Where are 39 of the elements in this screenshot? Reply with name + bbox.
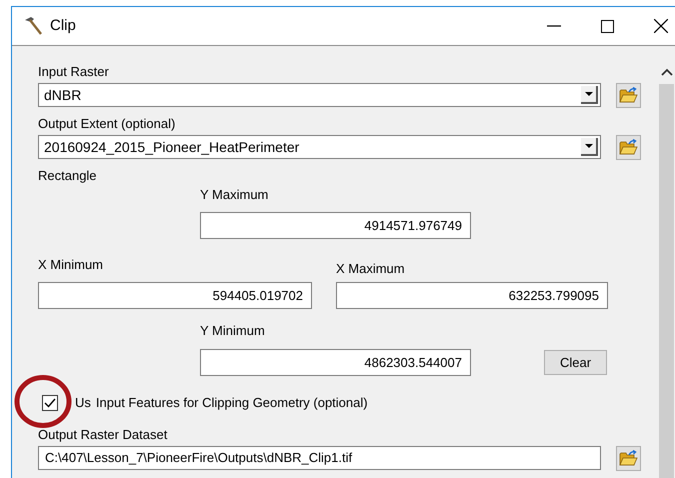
checkbox-label: Input Features for Clipping Geometry (optional): [96, 394, 368, 412]
browse-button[interactable]: [616, 446, 641, 471]
window-title: Clip: [50, 16, 76, 36]
number-field[interactable]: 594405.019702: [38, 282, 312, 309]
checkmark-icon: [44, 398, 56, 408]
number-field[interactable]: 4914571.976749: [200, 212, 471, 239]
browse-button[interactable]: [616, 83, 641, 108]
number-field[interactable]: 4862303.544007: [200, 349, 471, 376]
browse-button[interactable]: [616, 135, 641, 160]
field-label: Input Raster: [38, 64, 110, 80]
number-field[interactable]: 632253.799095: [336, 282, 608, 309]
maximize-icon[interactable]: [601, 20, 614, 32]
close-icon[interactable]: [654, 19, 668, 33]
scroll-up-icon[interactable]: [660, 68, 672, 76]
field-label: X Minimum: [38, 257, 104, 273]
folder-icon: [619, 87, 638, 104]
output-path-field[interactable]: C:\407\Lesson_7\PioneerFire\Outputs\dNBR_Clip1.tif: [38, 446, 601, 470]
field-label: Output Raster Dataset: [38, 427, 168, 443]
combo-value: dNBR: [44, 86, 82, 104]
field-label: X Maximum: [336, 261, 406, 277]
minimize-icon[interactable]: [547, 25, 561, 27]
scrollbar-thumb[interactable]: [659, 84, 674, 478]
checkbox[interactable]: [42, 395, 58, 411]
annotation-circle: [14, 375, 72, 428]
clear-button[interactable]: Clear: [544, 350, 607, 375]
folder-icon: [619, 139, 638, 156]
output-extent-combo[interactable]: 20160924_2015_Pioneer_HeatPerimeter: [38, 135, 601, 159]
field-label: Y Maximum: [200, 187, 270, 203]
input-raster-combo[interactable]: dNBR: [38, 83, 601, 107]
folder-icon: [619, 450, 638, 467]
caret-icon: [584, 92, 592, 96]
field-label: Y Minimum: [200, 323, 266, 339]
field-label: Output Extent (optional): [38, 116, 176, 132]
field-label: Rectangle: [38, 168, 98, 184]
dropdown-button[interactable]: [581, 138, 598, 156]
dropdown-button[interactable]: [581, 86, 598, 104]
combo-value: 20160924_2015_Pioneer_HeatPerimeter: [44, 138, 300, 157]
checkbox-label: Us: [75, 394, 91, 412]
caret-icon: [584, 144, 592, 148]
